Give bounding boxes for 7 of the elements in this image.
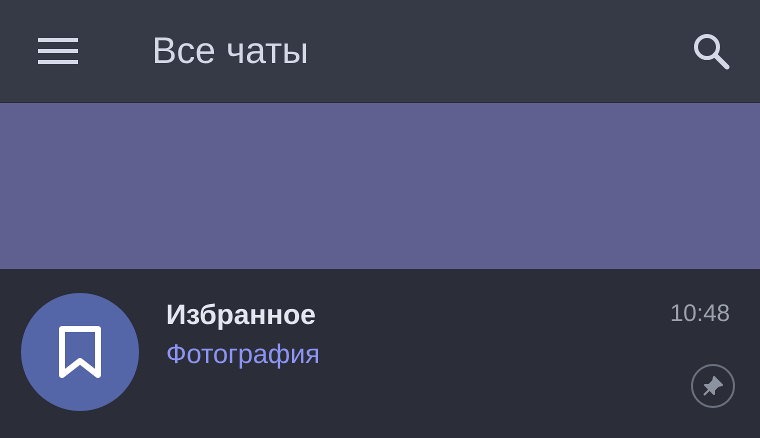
message-preview: Фотография	[166, 339, 321, 370]
chat-name: Избранное	[166, 299, 317, 331]
bookmark-icon	[58, 325, 102, 379]
menu-icon[interactable]	[38, 36, 78, 66]
search-icon[interactable]	[692, 32, 730, 70]
screen-title: Все чаты	[152, 30, 310, 72]
message-time: 10:48	[670, 300, 730, 328]
